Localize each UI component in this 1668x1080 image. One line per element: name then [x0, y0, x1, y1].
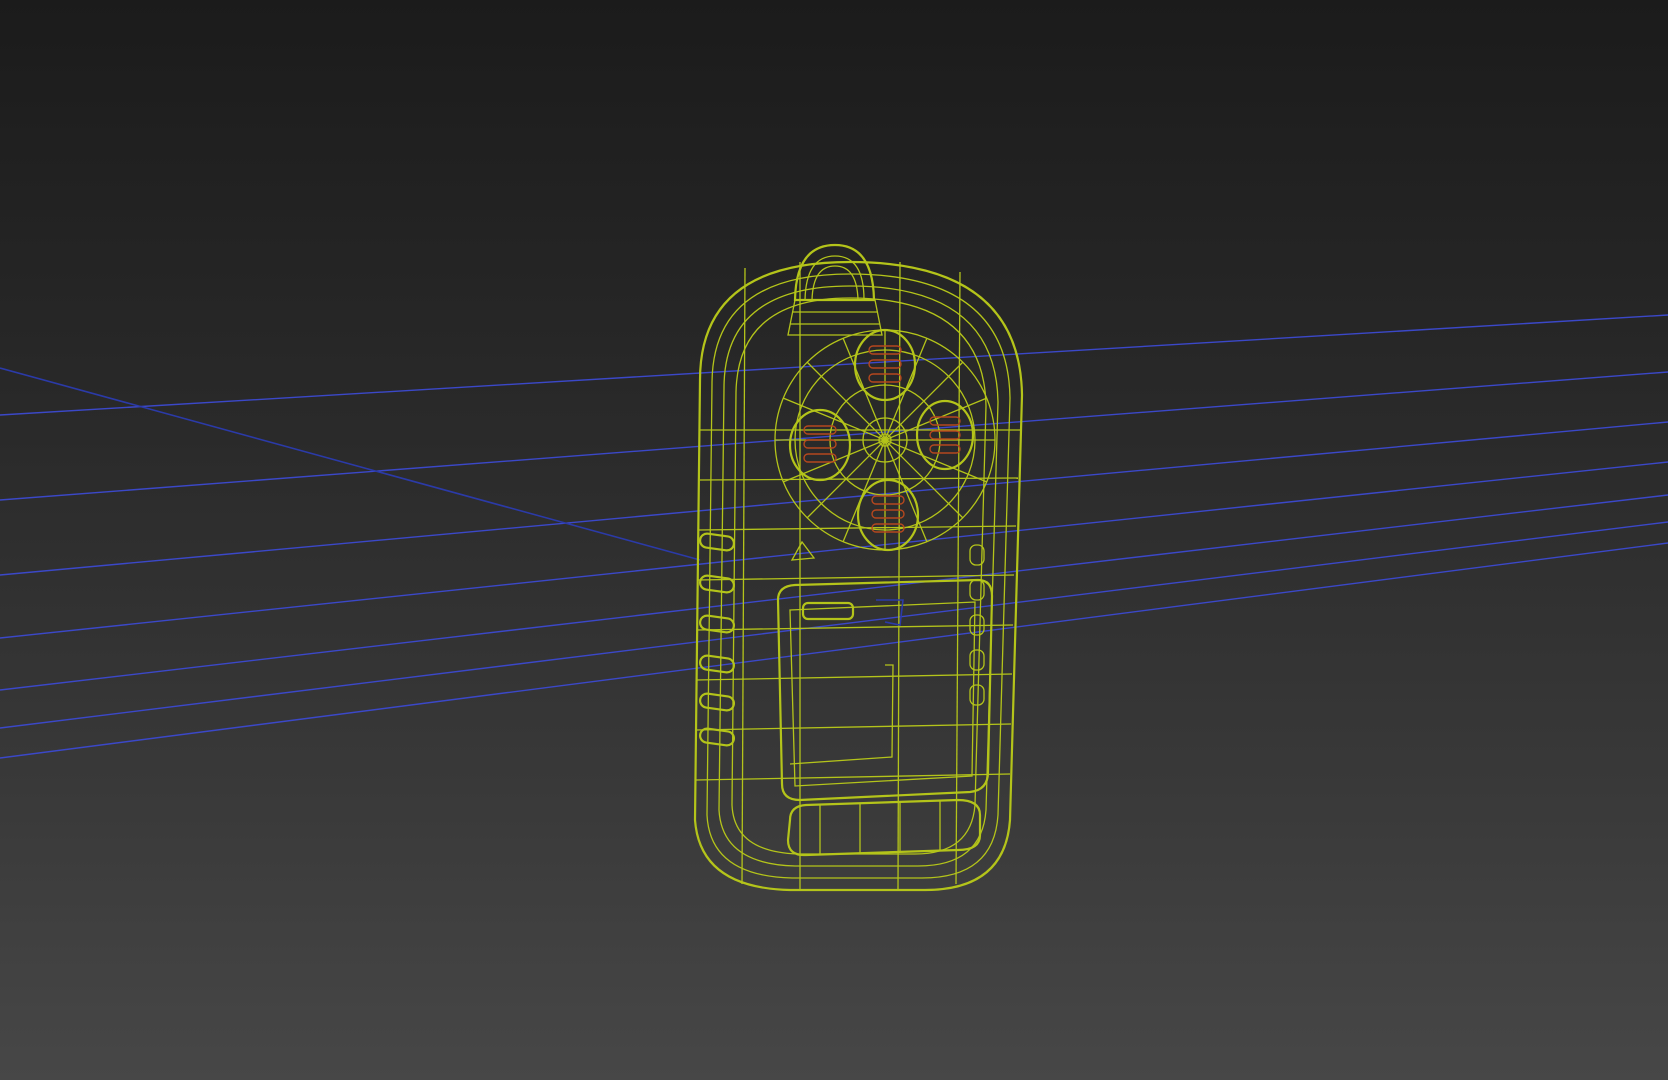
gas-detector-wireframe[interactable] — [693, 243, 1024, 892]
guide-lines — [0, 314, 1668, 759]
sensor-bottom — [856, 478, 920, 552]
display-screen — [776, 578, 994, 802]
sensor-right — [915, 399, 975, 471]
body-mesh — [695, 261, 1020, 890]
led-marker — [790, 540, 816, 561]
viewport-scene[interactable] — [0, 0, 1668, 1080]
sensor-left — [788, 408, 852, 482]
3d-viewport[interactable] — [0, 0, 1668, 1080]
